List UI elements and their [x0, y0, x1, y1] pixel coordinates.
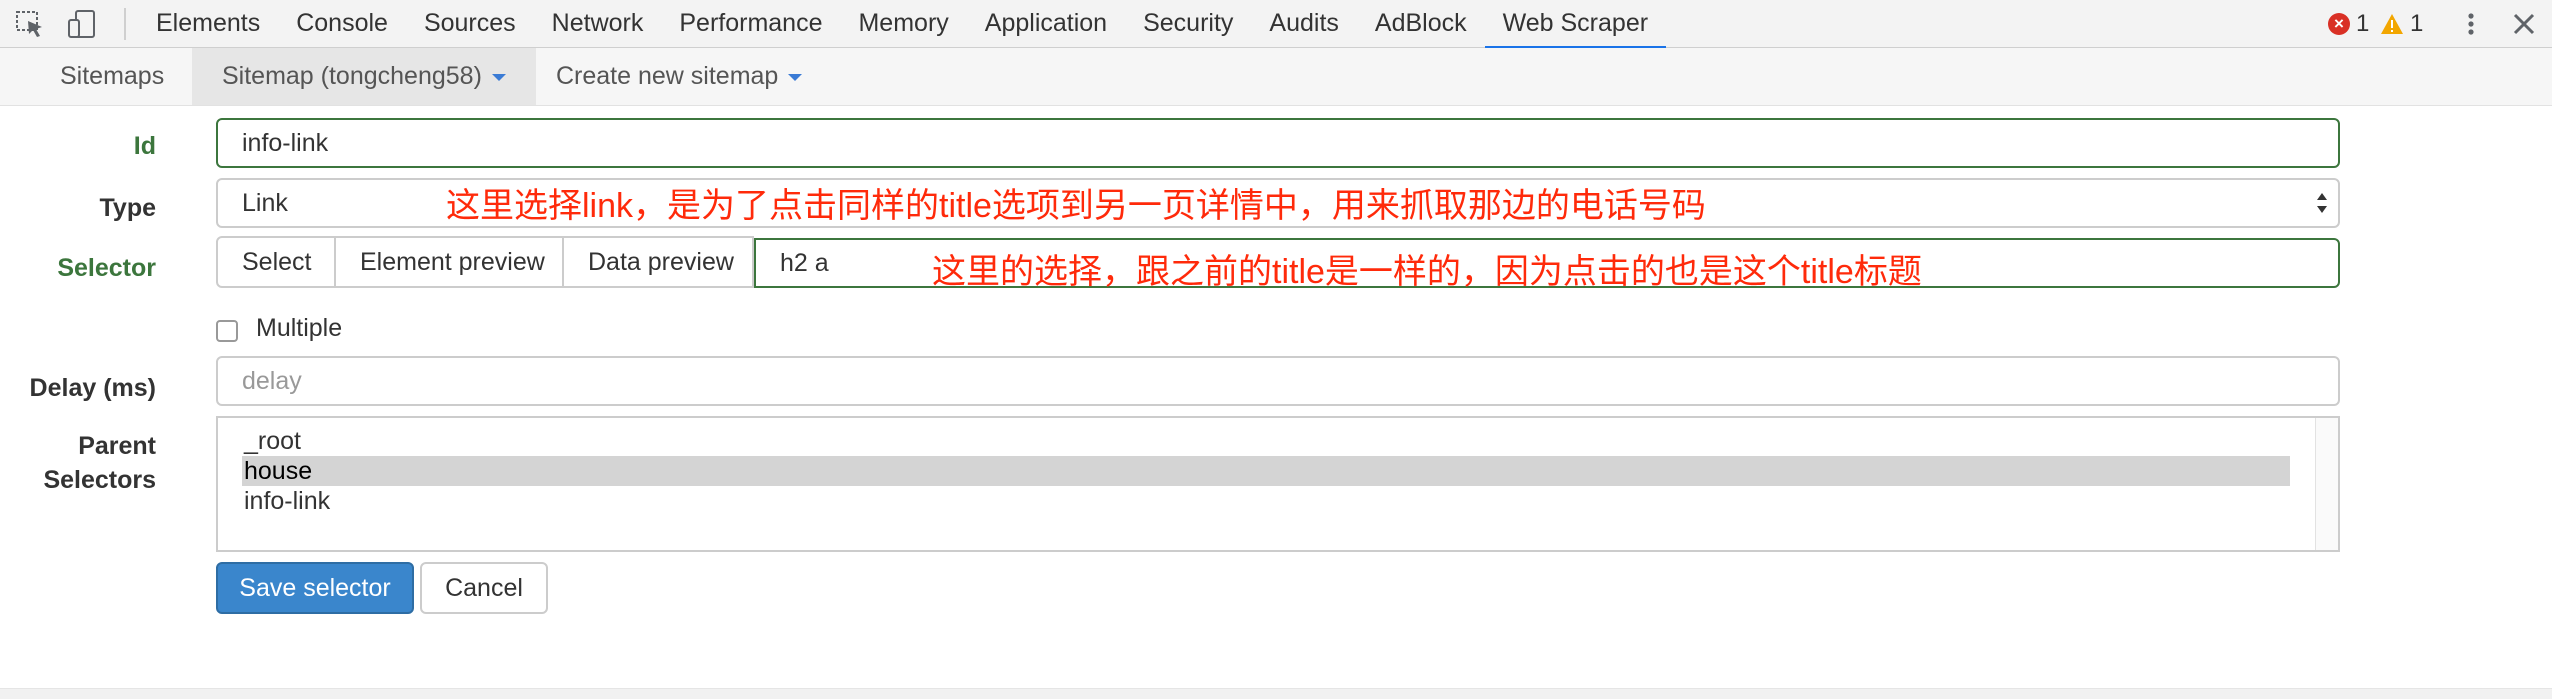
tab-application[interactable]: Application [967, 0, 1125, 48]
tab-performance[interactable]: Performance [661, 0, 840, 48]
toolbar-divider [124, 8, 126, 40]
tab-adblock[interactable]: AdBlock [1357, 0, 1485, 48]
parent-option-house[interactable]: house [242, 456, 2290, 486]
devtools-tabs: Elements Console Sources Network Perform… [138, 0, 1667, 49]
selector-button-group: Select Element preview Data preview [216, 236, 754, 288]
panel-bottom-edge [0, 688, 2552, 699]
id-input-value: info-link [242, 128, 329, 157]
more-options-icon[interactable] [2454, 8, 2488, 40]
device-toolbar-icon[interactable] [66, 8, 98, 40]
warning-count: 1 [2410, 10, 2424, 37]
selector-input-value: h2 a [780, 248, 829, 277]
type-label: Type [99, 194, 157, 222]
multiple-checkbox[interactable] [216, 320, 238, 342]
select-arrows-icon [2317, 193, 2327, 213]
warning-icon [2381, 14, 2403, 34]
error-icon: × [2328, 13, 2350, 35]
type-annotation: 这里选择link，是为了点击同样的title选项到另一页详情中，用来抓取那边的电… [446, 187, 1706, 225]
error-counter[interactable]: × 1 [2328, 0, 2369, 48]
parent-selectors-listbox[interactable]: _root house info-link [216, 416, 2340, 552]
type-select-value: Link [242, 188, 288, 217]
listbox-scrollbar[interactable] [2315, 418, 2338, 550]
current-sitemap-label: Sitemap (tongcheng58) [222, 62, 482, 90]
tab-audits[interactable]: Audits [1251, 0, 1356, 48]
delay-placeholder: delay [242, 366, 302, 395]
chevron-down-icon [788, 73, 803, 81]
nav-create-new-sitemap[interactable]: Create new sitemap [528, 48, 830, 105]
save-selector-button[interactable]: Save selector [216, 562, 414, 614]
multiple-label: Multiple [256, 314, 343, 342]
id-input[interactable]: info-link [216, 118, 2340, 168]
tab-elements[interactable]: Elements [138, 0, 278, 48]
data-preview-button[interactable]: Data preview [562, 236, 754, 288]
nav-current-sitemap[interactable]: Sitemap (tongcheng58) [192, 48, 536, 105]
tab-sources[interactable]: Sources [406, 0, 534, 48]
tab-web-scraper[interactable]: Web Scraper [1484, 0, 1667, 49]
close-icon[interactable] [2508, 8, 2540, 40]
inspect-element-icon[interactable] [14, 8, 46, 40]
devtools-toolbar: Elements Console Sources Network Perform… [0, 0, 2552, 49]
parent-selectors-label-line1: Parent [78, 432, 156, 460]
parent-option-info-link[interactable]: info-link [244, 486, 330, 516]
delay-label: Delay (ms) [29, 374, 156, 402]
tab-network[interactable]: Network [534, 0, 662, 48]
delay-input[interactable]: delay [216, 356, 2340, 406]
selector-label: Selector [57, 254, 156, 282]
parent-selectors-label-line2: Selectors [43, 466, 156, 494]
web-scraper-nav: Sitemaps Sitemap (tongcheng58) Create ne… [0, 48, 2552, 106]
parent-option-root[interactable]: _root [244, 426, 301, 456]
element-preview-button[interactable]: Element preview [334, 236, 564, 288]
tab-memory[interactable]: Memory [840, 0, 966, 48]
warning-counter[interactable]: 1 [2380, 0, 2423, 48]
create-new-sitemap-label: Create new sitemap [556, 62, 779, 90]
select-button[interactable]: Select [216, 236, 336, 288]
chevron-down-icon [491, 73, 506, 81]
tab-security[interactable]: Security [1125, 0, 1251, 48]
selector-annotation: 这里的选择，跟之前的title是一样的，因为点击的也是这个title标题 [932, 253, 1922, 291]
tab-console[interactable]: Console [278, 0, 406, 48]
error-count: 1 [2356, 10, 2370, 37]
nav-sitemaps[interactable]: Sitemaps [0, 48, 194, 105]
id-label: Id [133, 132, 156, 160]
cancel-button[interactable]: Cancel [420, 562, 548, 614]
